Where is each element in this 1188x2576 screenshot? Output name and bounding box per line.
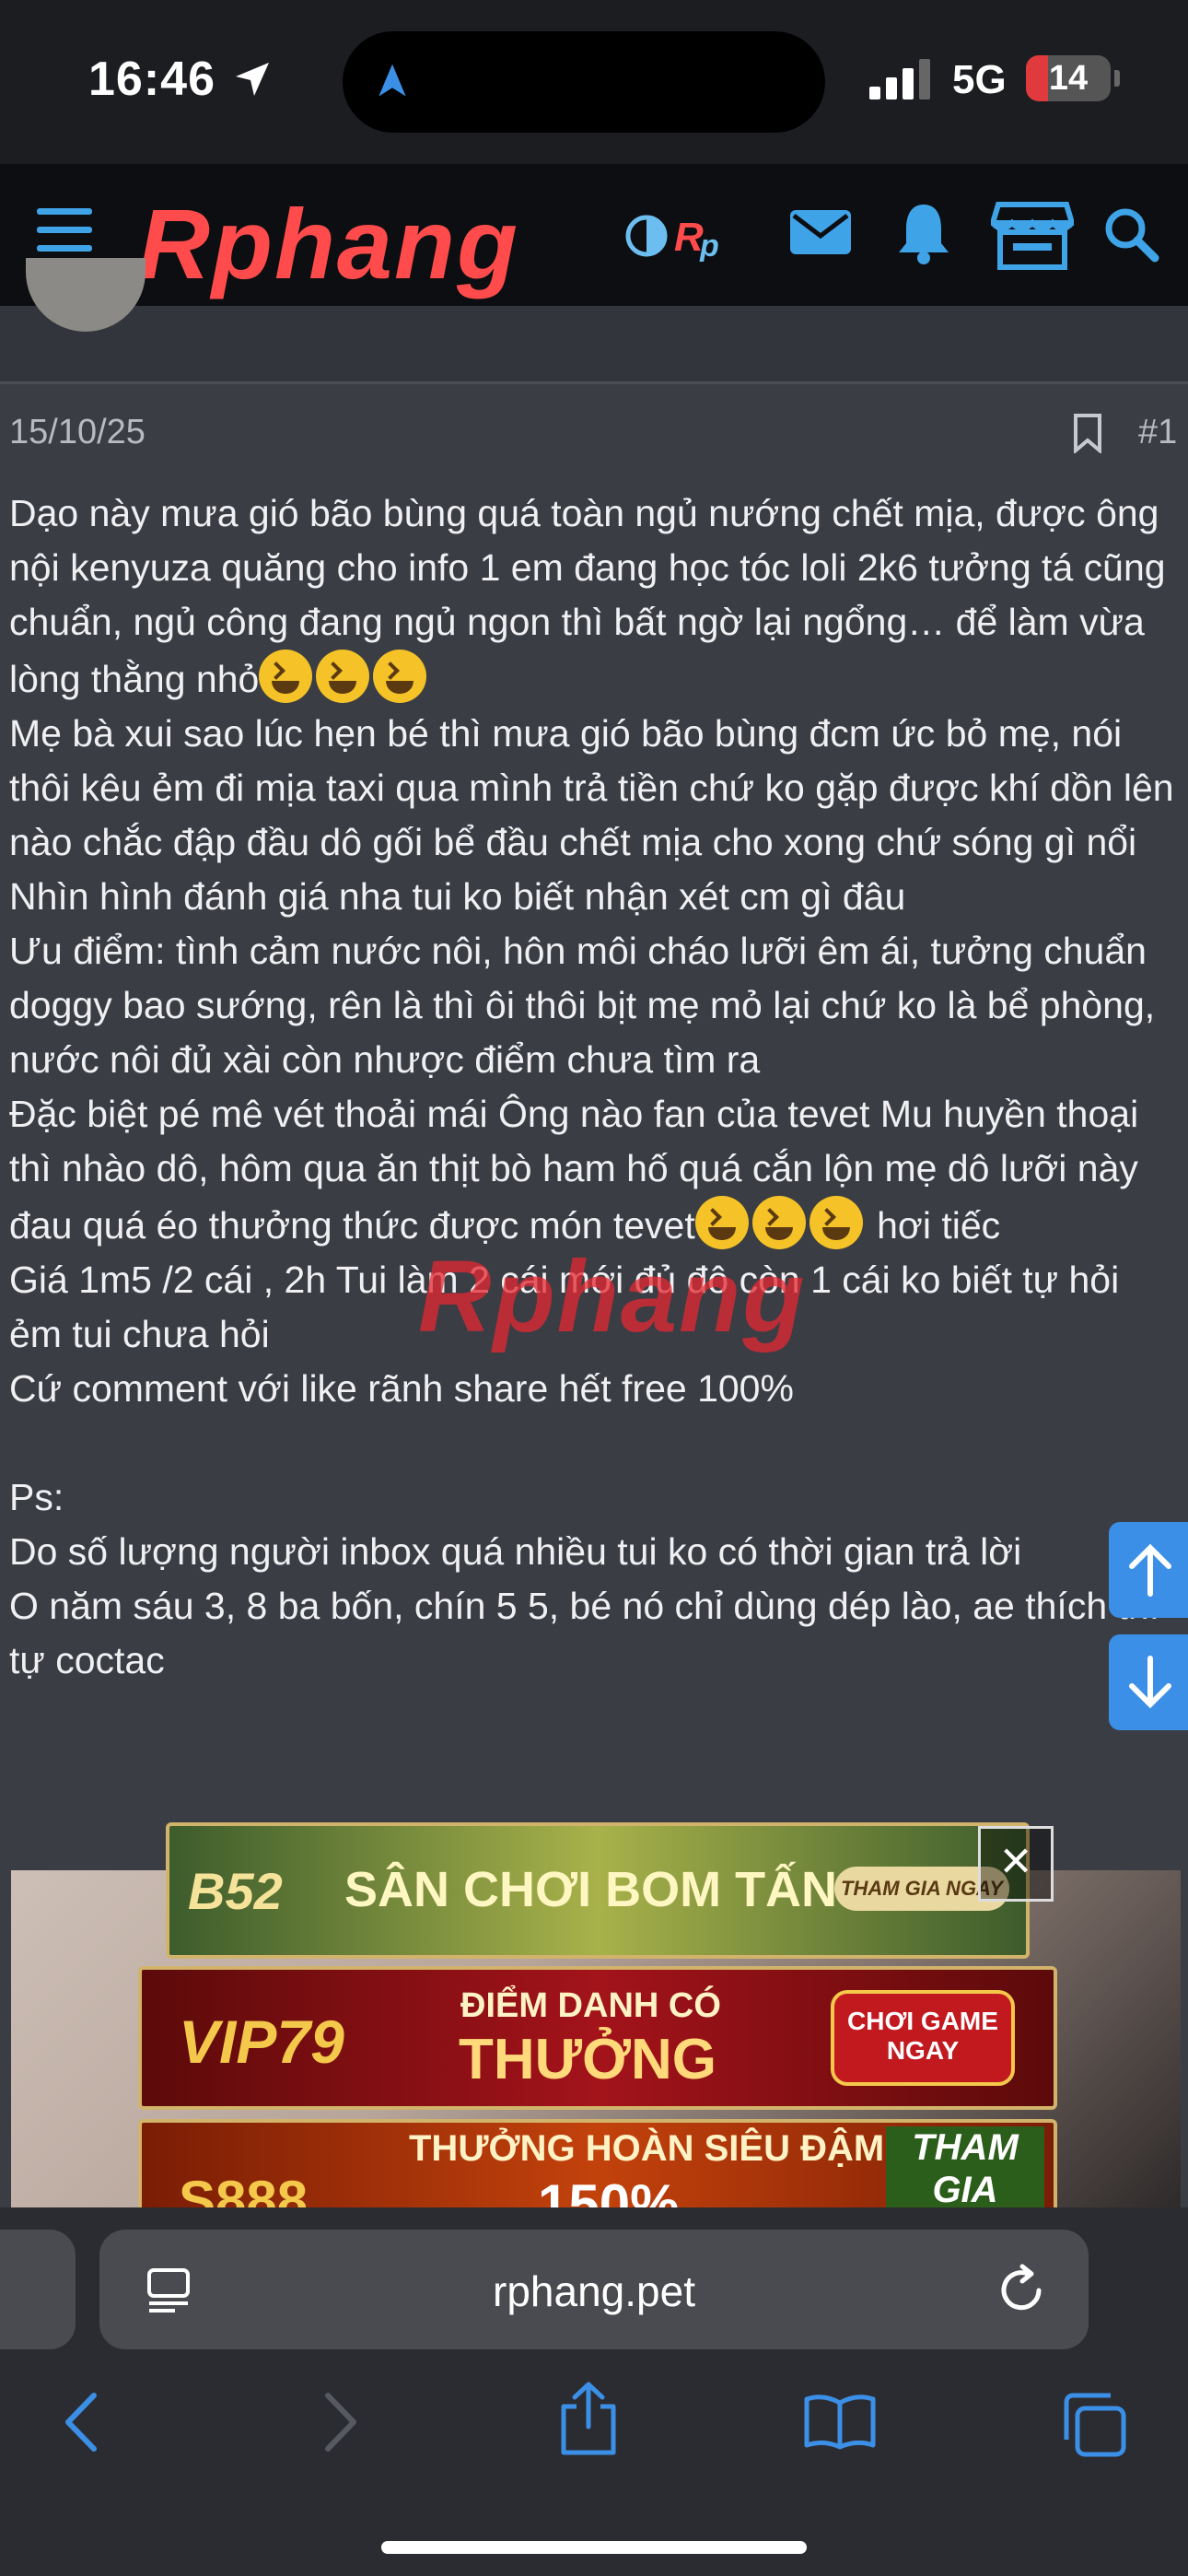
scroll-bottom-button[interactable] — [1109, 1634, 1188, 1730]
tabs-icon[interactable] — [1061, 2392, 1127, 2458]
post-number[interactable]: #1 — [1138, 413, 1177, 452]
network-type: 5G — [952, 57, 1007, 102]
ad-headline: ĐIỂM DANH CÓ — [460, 1986, 721, 2025]
ad-brand: B52 — [188, 1862, 283, 1920]
laughing-emoji-icon — [259, 650, 313, 703]
post-paragraph: O năm sáu 3, 8 ba bốn, chín 5 5, bé nó c… — [9, 1585, 1159, 1681]
theme-toggle-icon[interactable]: R p — [623, 210, 729, 262]
post-paragraph: Mẹ bà xui sao lúc hẹn bé thì mưa gió bão… — [9, 712, 1185, 863]
thread-subbar — [0, 306, 1188, 384]
signal-icon — [869, 59, 930, 100]
post-paragraph: Do số lượng người inbox quá nhiều tui ko… — [9, 1530, 1022, 1573]
previous-tab-preview[interactable] — [0, 2230, 76, 2349]
shop-icon[interactable] — [991, 201, 1074, 271]
ad-close-button[interactable]: × — [978, 1826, 1054, 1902]
arrow-down-icon — [1129, 1656, 1171, 1709]
hamburger-icon[interactable] — [37, 208, 92, 260]
logo-text: Rphang — [138, 188, 519, 299]
address-bar[interactable]: rphang.pet — [99, 2230, 1089, 2349]
post-paragraph: Đặc biệt pé mê vét thoải mái Ông nào fan… — [9, 1087, 1179, 1253]
post-content: Dạo này mưa gió bão bùng quá toàn ngủ nư… — [9, 486, 1179, 1688]
navigation-icon — [379, 64, 406, 97]
rofl-emoji-icon — [809, 1196, 863, 1249]
post-spacer — [9, 1416, 1179, 1470]
home-indicator[interactable] — [381, 2541, 807, 2554]
search-icon[interactable] — [1101, 205, 1160, 263]
status-bar: 16:46 5G 14 — [0, 0, 1188, 164]
ad-cta: CHƠI GAME NGAY — [831, 1990, 1015, 2086]
url-text: rphang.pet — [493, 2267, 695, 2315]
mail-icon[interactable] — [788, 206, 853, 258]
reload-icon[interactable] — [996, 2263, 1048, 2316]
post-paragraph: Dạo này mưa gió bão bùng quá toàn ngủ nư… — [9, 486, 1179, 707]
browser-toolbar: rphang.pet — [0, 2207, 1188, 2576]
arrow-up-icon — [1129, 1543, 1171, 1597]
post-paragraph: Ưu điểm: tình cảm nước nôi, hôn môi cháo… — [9, 930, 1166, 1081]
ad-banner-vip79[interactable]: VIP79 ĐIỂM DANH CÓ THƯỞNG CHƠI GAME NGAY — [138, 1966, 1057, 2110]
battery-cap — [1114, 70, 1120, 87]
ad-banner-b52[interactable]: B52 SÂN CHƠI BOM TẤN THAM GIA NGAY — [166, 1822, 1030, 1959]
laughing-emoji-icon — [316, 650, 370, 703]
post-paragraph: Ps: — [9, 1476, 64, 1518]
laughing-emoji-icon — [373, 650, 427, 703]
svg-text:p: p — [699, 228, 719, 262]
ad-banner-s888[interactable]: S888 THƯỞNG HOÀN SIÊU ĐẬM 150% THAM GIA … — [138, 2119, 1057, 2215]
site-logo[interactable]: Rphang — [138, 186, 519, 301]
site-header: Rphang R p — [0, 164, 1188, 306]
ad-headline-big: THƯỞNG — [459, 2028, 716, 2091]
location-arrow-icon — [236, 63, 269, 96]
share-icon[interactable] — [556, 2379, 621, 2456]
post-paragraph: Cứ comment với like rãnh share hết free … — [9, 1367, 794, 1410]
dynamic-island — [343, 31, 825, 133]
forward-icon — [325, 2393, 356, 2452]
bookmarks-icon[interactable] — [803, 2392, 877, 2451]
ad-headline: THƯỞNG HOÀN SIÊU ĐẬM — [409, 2128, 885, 2169]
post-paragraph: Nhìn hình đánh giá nha tui ko biết nhận … — [9, 875, 906, 918]
status-time: 16:46 — [88, 53, 215, 106]
watermark-logo: Rphang — [418, 1240, 807, 1353]
ad-brand: VIP79 — [179, 2008, 344, 2076]
battery-icon: 14 — [1026, 55, 1111, 101]
back-icon[interactable] — [59, 2390, 105, 2454]
ad-headline: SÂN CHƠI BOM TẤN — [344, 1862, 838, 1917]
battery-level: 14 — [1048, 59, 1089, 98]
post-date[interactable]: 15/10/25 — [9, 413, 146, 452]
ad-cta: THAM GIA NGAY — [886, 2126, 1044, 2211]
scroll-top-button[interactable] — [1109, 1522, 1188, 1618]
bell-icon[interactable] — [895, 201, 952, 265]
bookmark-icon[interactable] — [1072, 413, 1103, 453]
